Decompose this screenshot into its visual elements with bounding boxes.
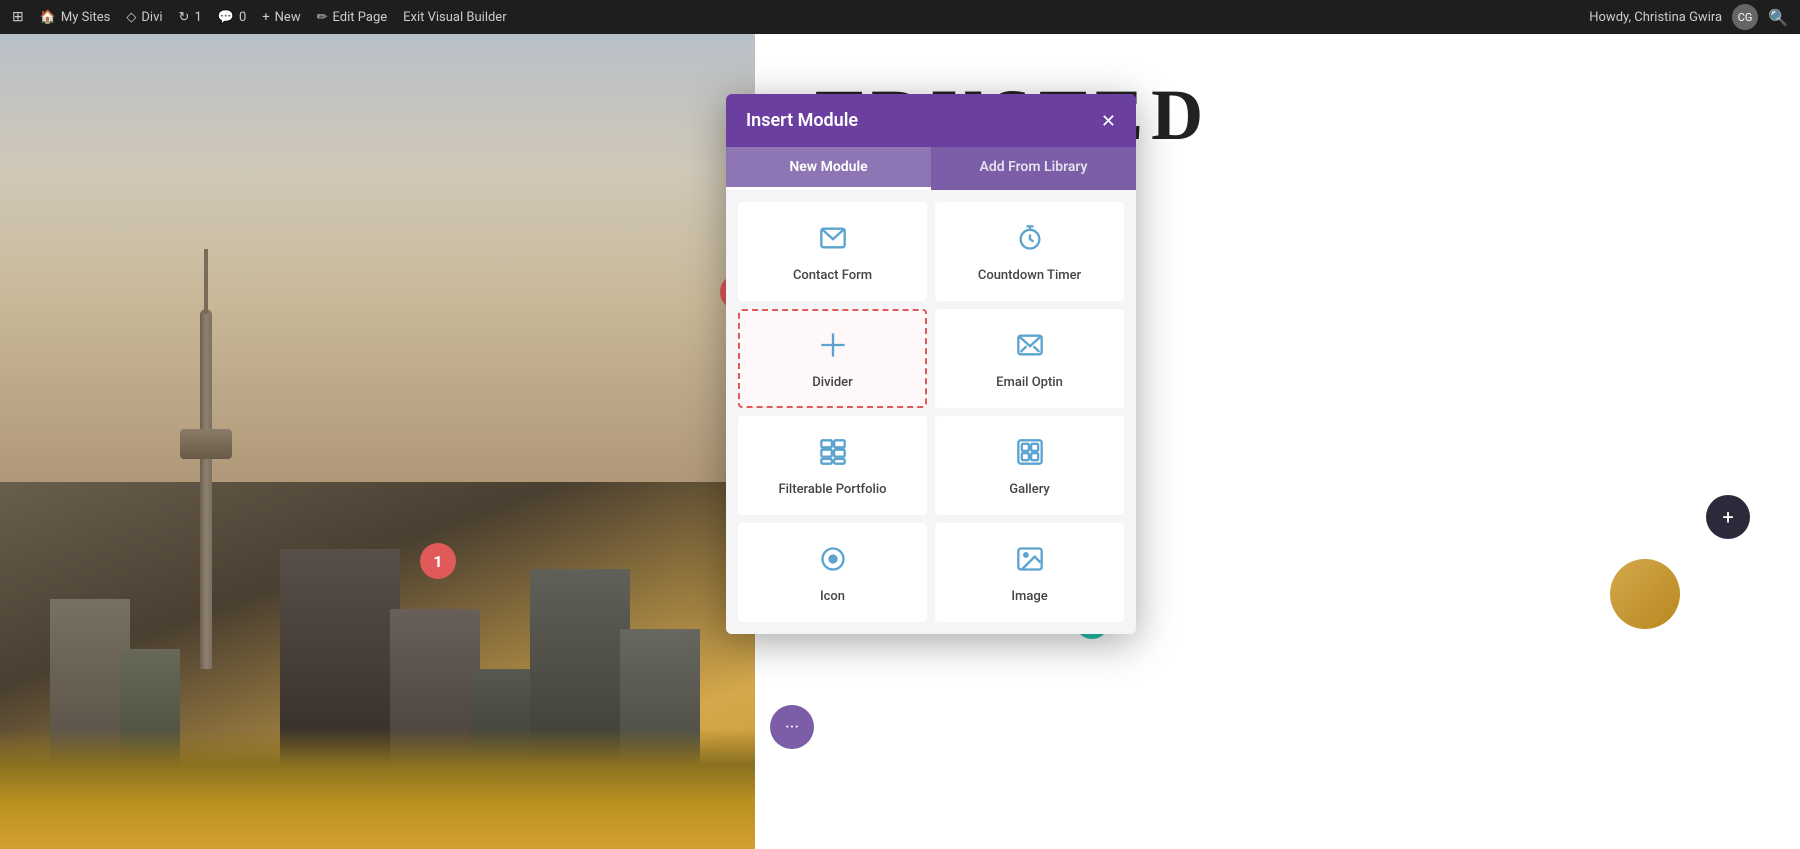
divi-menu[interactable]: ◇ Divi <box>126 10 162 25</box>
module-email-optin-label: Email Optin <box>996 375 1063 390</box>
icon-module-icon <box>819 545 847 579</box>
module-gallery-label: Gallery <box>1009 482 1050 497</box>
updates-icon: ↻ <box>179 10 190 25</box>
filterable-portfolio-icon <box>819 438 847 472</box>
new-menu[interactable]: + New <box>262 10 300 25</box>
updates-menu[interactable]: ↻ 1 <box>179 10 202 25</box>
clock-icon <box>1016 224 1044 258</box>
wordpress-icon: ⊞ <box>12 9 24 25</box>
module-gallery[interactable]: Gallery <box>935 416 1124 515</box>
module-image[interactable]: Image <box>935 523 1124 622</box>
modal-tabs: New Module Add From Library <box>726 147 1136 190</box>
admin-bar: ⊞ 🏠 My Sites ◇ Divi ↻ 1 💬 0 + New ✏ Edit… <box>0 0 1800 34</box>
admin-bar-right: Howdy, Christina Gwira CG 🔍 <box>1589 4 1788 30</box>
plus-icon: + <box>262 10 269 25</box>
gold-circle-decoration <box>1610 559 1680 629</box>
main-area: TRUSTED business. A well-designed d awar… <box>0 34 1800 849</box>
comments-icon: 💬 <box>218 10 234 25</box>
pencil-icon: ✏ <box>317 10 328 25</box>
module-email-optin[interactable]: Email Optin <box>935 309 1124 408</box>
module-countdown-timer-label: Countdown Timer <box>978 268 1081 283</box>
module-countdown-timer[interactable]: Countdown Timer <box>935 202 1124 301</box>
insert-module-modal: Insert Module ✕ New Module Add From Libr… <box>726 94 1136 634</box>
module-contact-form[interactable]: Contact Form <box>738 202 927 301</box>
cn-tower <box>200 309 212 669</box>
cn-tower-antenna <box>204 249 208 314</box>
module-icon-label: Icon <box>820 589 845 604</box>
modal-title: Insert Module <box>746 110 858 131</box>
module-icon[interactable]: Icon <box>738 523 927 622</box>
exit-visual-builder-link[interactable]: Exit Visual Builder <box>403 10 506 25</box>
module-divider[interactable]: Divider <box>738 309 927 408</box>
tab-new-module[interactable]: New Module <box>726 147 931 190</box>
user-greeting: Howdy, Christina Gwira <box>1589 10 1722 25</box>
trees-layer <box>0 729 755 849</box>
avatar: CG <box>1732 4 1758 30</box>
tab-add-from-library[interactable]: Add From Library <box>931 147 1136 190</box>
edit-page-link[interactable]: ✏ Edit Page <box>317 10 388 25</box>
cn-tower-pod <box>180 429 232 459</box>
image-module-icon <box>1016 545 1044 579</box>
my-sites-menu[interactable]: 🏠 My Sites <box>40 10 111 25</box>
step-1-badge: 1 <box>420 543 456 579</box>
modal-close-button[interactable]: ✕ <box>1101 112 1116 130</box>
module-contact-form-label: Contact Form <box>793 268 872 283</box>
modal-header: Insert Module ✕ <box>726 94 1136 147</box>
email-optin-icon <box>1016 331 1044 365</box>
module-filterable-portfolio[interactable]: Filterable Portfolio <box>738 416 927 515</box>
module-options-button[interactable]: ··· <box>770 705 814 749</box>
left-image-panel <box>0 34 755 849</box>
module-filterable-portfolio-label: Filterable Portfolio <box>778 482 886 497</box>
modal-body: Contact Form Countdown Timer <box>726 190 1136 634</box>
add-section-button[interactable]: + <box>1706 495 1750 539</box>
comments-menu[interactable]: 💬 0 <box>218 10 247 25</box>
module-divider-label: Divider <box>812 375 852 390</box>
divider-icon <box>819 331 847 365</box>
module-grid: Contact Form Countdown Timer <box>738 202 1124 622</box>
divi-icon: ◇ <box>126 10 136 25</box>
home-icon: 🏠 <box>40 10 56 25</box>
wordpress-logo[interactable]: ⊞ <box>12 9 24 25</box>
search-icon[interactable]: 🔍 <box>1768 8 1788 27</box>
gallery-icon <box>1016 438 1044 472</box>
envelope-icon <box>819 224 847 258</box>
module-image-label: Image <box>1011 589 1047 604</box>
